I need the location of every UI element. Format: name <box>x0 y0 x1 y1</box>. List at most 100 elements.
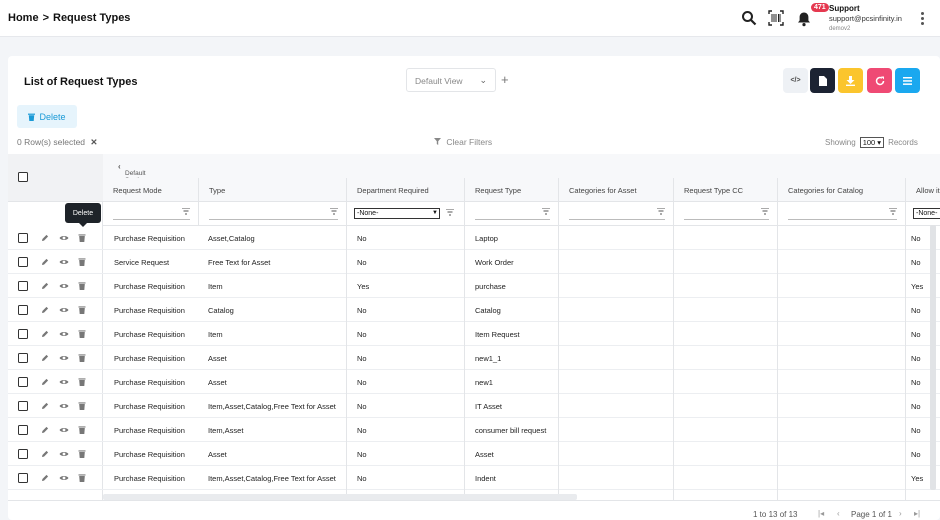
table-row[interactable]: Purchase Requisition Asset No new1 No <box>8 370 940 394</box>
bulk-delete-button[interactable]: Delete <box>17 105 77 128</box>
col-categories-asset-header[interactable]: Categories for Asset <box>558 178 673 201</box>
col-request-mode-header[interactable]: Request Mode <box>103 178 198 201</box>
clear-filters-button[interactable]: Clear Filters <box>434 137 492 147</box>
view-icon[interactable] <box>59 426 69 434</box>
row-checkbox[interactable] <box>18 281 28 291</box>
row-checkbox[interactable] <box>18 377 28 387</box>
view-select[interactable]: Default View ⌄ <box>406 68 496 92</box>
table-row[interactable]: Purchase Requisition Asset No Asset No <box>8 442 940 466</box>
delete-icon[interactable] <box>78 258 86 266</box>
user-menu[interactable]: Support support@pcsinfinity.in demov2 <box>829 4 902 34</box>
view-icon[interactable] <box>59 402 69 410</box>
filter-icon[interactable] <box>657 208 665 215</box>
vertical-scrollbar[interactable] <box>930 225 936 490</box>
page-size-select[interactable]: 100 ▾ <box>859 137 885 148</box>
filter-input[interactable] <box>209 207 338 220</box>
delete-icon[interactable] <box>78 450 86 458</box>
view-icon[interactable] <box>59 474 69 482</box>
filter-icon[interactable] <box>330 208 338 215</box>
row-checkbox[interactable] <box>18 449 28 459</box>
col-request-type-cc-header[interactable]: Request Type CC <box>673 178 777 201</box>
filter-icon[interactable] <box>446 209 454 216</box>
edit-icon[interactable] <box>41 402 49 410</box>
row-checkbox[interactable] <box>18 233 28 243</box>
department-filter-select[interactable]: -None- ▼ <box>354 208 440 219</box>
col-request-type-header[interactable]: Request Type <box>464 178 558 201</box>
delete-icon[interactable] <box>78 354 86 362</box>
search-icon[interactable] <box>741 10 757 26</box>
filter-input[interactable] <box>475 207 550 220</box>
first-page-icon[interactable]: |◂ <box>818 509 824 518</box>
filter-input[interactable] <box>113 207 190 220</box>
edit-icon[interactable] <box>41 330 49 338</box>
col-categories-catalog-header[interactable]: Categories for Catalog <box>777 178 905 201</box>
filter-icon[interactable] <box>542 208 550 215</box>
clear-selection-icon[interactable]: ✕ <box>90 137 97 147</box>
table-row[interactable]: Purchase Requisition Item No Item Request No <box>8 322 940 346</box>
edit-icon[interactable] <box>41 450 49 458</box>
filter-icon[interactable] <box>889 208 897 215</box>
delete-icon[interactable] <box>78 306 86 314</box>
row-checkbox[interactable] <box>18 305 28 315</box>
refresh-button[interactable] <box>867 68 892 93</box>
delete-icon[interactable] <box>78 282 86 290</box>
delete-icon[interactable] <box>78 474 86 482</box>
breadcrumb-home[interactable]: Home <box>8 12 39 24</box>
section-label[interactable]: Default Section ‹ <box>114 162 147 184</box>
row-checkbox[interactable] <box>18 329 28 339</box>
view-icon[interactable] <box>59 354 69 362</box>
barcode-scanner-icon[interactable] <box>768 10 784 26</box>
table-row[interactable]: Purchase Requisition Catalog No Catalog No <box>8 298 940 322</box>
table-row[interactable]: Purchase Requisition Item,Asset,Catalog,F… <box>8 466 940 490</box>
delete-icon[interactable] <box>78 402 86 410</box>
view-icon[interactable] <box>59 330 69 338</box>
allow-filter-select[interactable]: -None- <box>913 208 940 219</box>
last-page-icon[interactable]: ▸| <box>914 509 920 518</box>
next-page-icon[interactable]: › <box>899 509 902 518</box>
edit-icon[interactable] <box>41 426 49 434</box>
table-row[interactable]: Purchase Requisition Asset,Catalog No Lapto… <box>8 226 940 250</box>
filter-input[interactable] <box>684 207 769 220</box>
row-checkbox[interactable] <box>18 401 28 411</box>
delete-icon[interactable] <box>78 378 86 386</box>
edit-icon[interactable] <box>41 258 49 266</box>
filter-input[interactable] <box>788 207 897 220</box>
filter-input[interactable] <box>569 207 665 220</box>
chevron-left-icon[interactable]: ‹ <box>118 162 121 171</box>
table-row[interactable]: Purchase Requisition Asset No new1_1 No <box>8 346 940 370</box>
view-icon[interactable] <box>59 282 69 290</box>
more-options-icon[interactable] <box>921 12 925 27</box>
delete-icon[interactable] <box>78 234 86 242</box>
download-button[interactable] <box>838 68 863 93</box>
row-checkbox[interactable] <box>18 425 28 435</box>
table-row[interactable]: Purchase Requisition Item,Asset No consumer… <box>8 418 940 442</box>
delete-icon[interactable] <box>78 426 86 434</box>
prev-page-icon[interactable]: ‹ <box>837 509 840 518</box>
row-checkbox[interactable] <box>18 473 28 483</box>
view-icon[interactable] <box>59 234 69 242</box>
table-row[interactable]: Purchase Requisition Item,Asset,Catalog,F… <box>8 394 940 418</box>
filter-icon[interactable] <box>761 208 769 215</box>
bell-icon[interactable] <box>796 11 812 27</box>
edit-icon[interactable] <box>41 234 49 242</box>
horizontal-scrollbar[interactable] <box>103 494 577 500</box>
filter-icon[interactable] <box>182 208 190 215</box>
code-view-button[interactable]: </> <box>783 68 808 93</box>
table-row[interactable]: Purchase Requisition Item Yes purchase Yes <box>8 274 940 298</box>
col-allow-it-header[interactable]: Allow it <box>905 178 940 201</box>
view-icon[interactable] <box>59 258 69 266</box>
edit-icon[interactable] <box>41 378 49 386</box>
view-icon[interactable] <box>59 306 69 314</box>
add-view-button[interactable]: + <box>501 72 509 87</box>
edit-icon[interactable] <box>41 306 49 314</box>
edit-icon[interactable] <box>41 474 49 482</box>
col-type-header[interactable]: Type <box>198 178 346 201</box>
delete-icon[interactable] <box>78 330 86 338</box>
table-row[interactable]: Service Request Free Text for Asset No Work… <box>8 250 940 274</box>
edit-icon[interactable] <box>41 282 49 290</box>
col-department-required-header[interactable]: Department Required <box>346 178 464 201</box>
export-document-button[interactable] <box>810 68 835 93</box>
column-list-button[interactable] <box>895 68 920 93</box>
view-icon[interactable] <box>59 450 69 458</box>
edit-icon[interactable] <box>41 354 49 362</box>
